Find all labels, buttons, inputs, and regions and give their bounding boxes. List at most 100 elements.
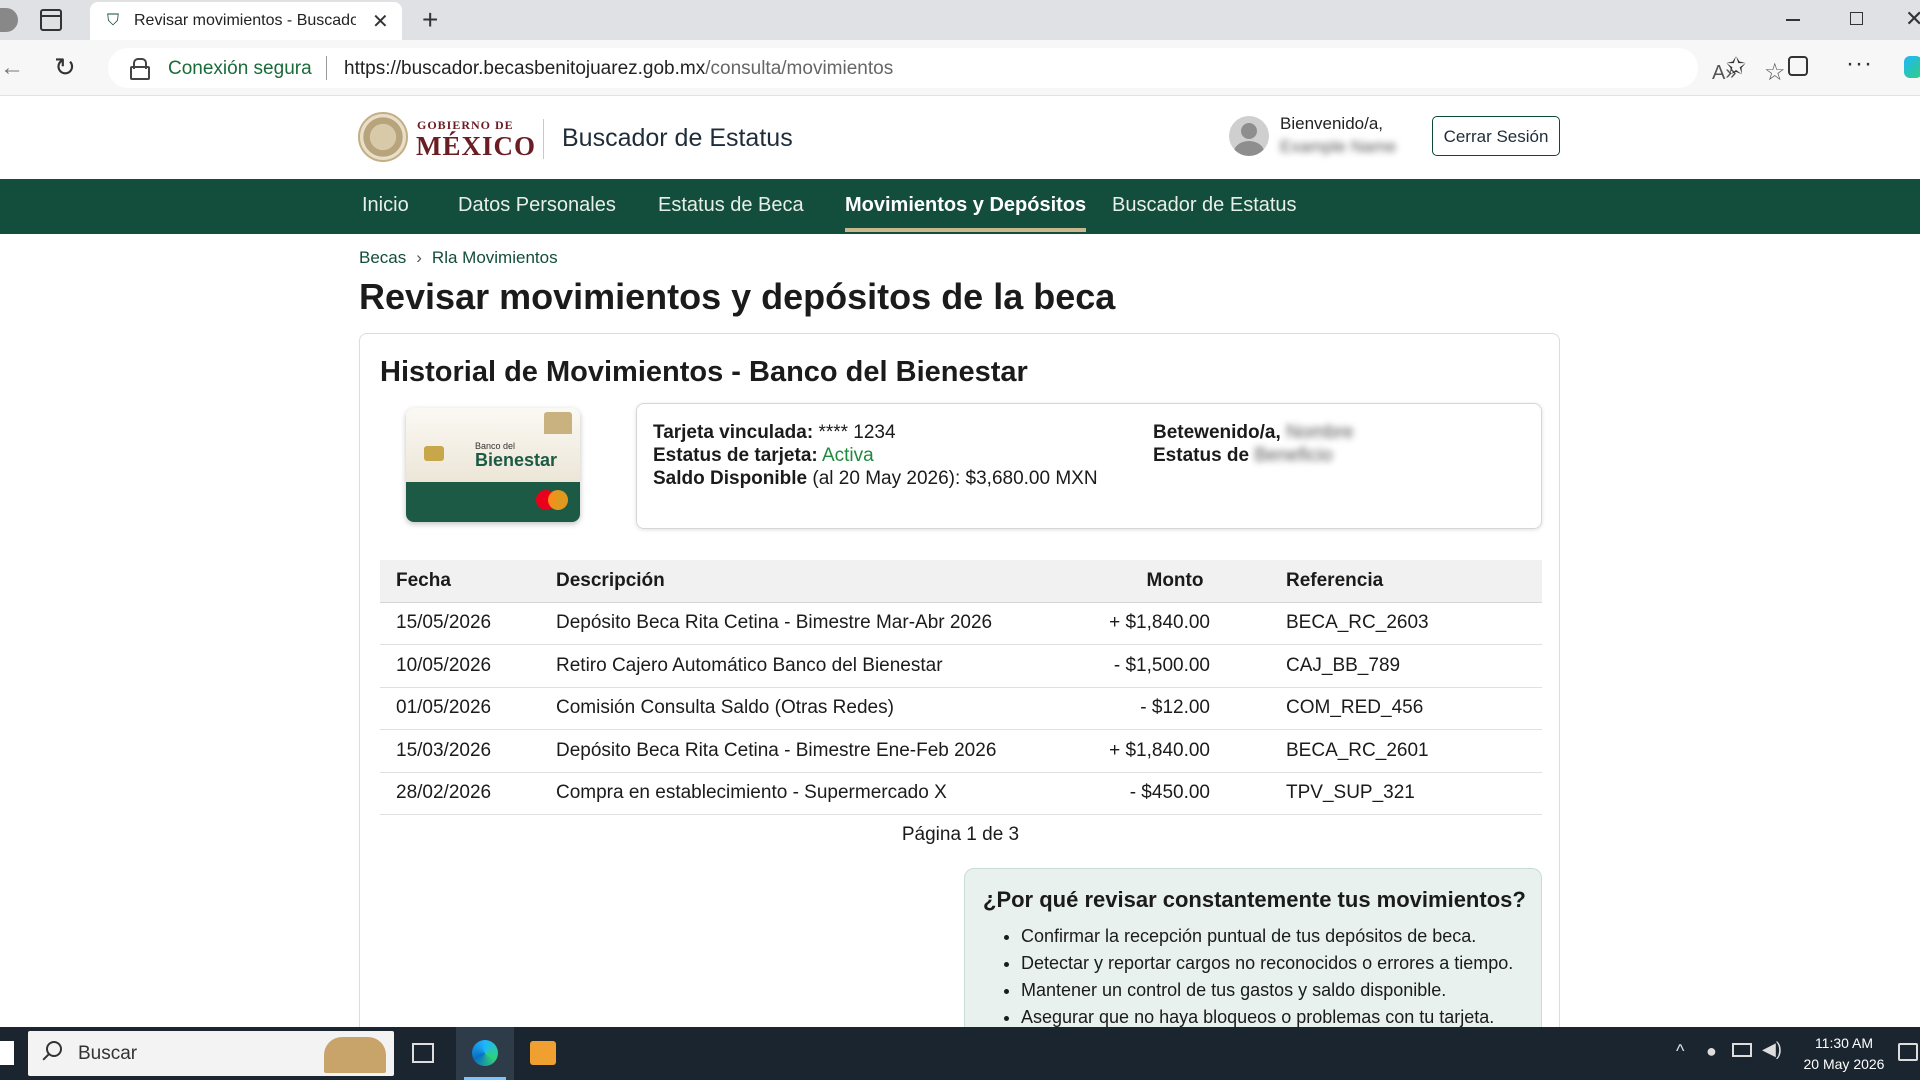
main-nav: Inicio Datos Personales Estatus de Beca …: [0, 179, 1920, 234]
beca-status-label: Estatus de: [1153, 445, 1250, 466]
row-amount: - $450.00: [1080, 772, 1270, 815]
balance-line: Saldo Disponible (al 20 May 2026): $3,68…: [653, 468, 1098, 490]
taskbar: Buscar ^ ● ◀) 11:30 AM 20 May 2026: [0, 1027, 1920, 1080]
store-icon[interactable]: [530, 1041, 556, 1065]
window-minimize-icon[interactable]: [1786, 10, 1802, 28]
secure-connection-label[interactable]: Conexión segura: [168, 58, 312, 80]
back-icon[interactable]: ←: [0, 54, 24, 82]
profile-icon[interactable]: [0, 8, 18, 32]
row-reference: COM_RED_456: [1270, 687, 1542, 730]
beca-status-value: Beneficio: [1254, 445, 1333, 466]
mastercard-logo-icon-2: [548, 490, 568, 510]
card-status-value: Activa: [821, 445, 874, 466]
card-status-line: Estatus de tarjeta: Activa: [653, 445, 874, 467]
table-row: 15/05/2026 Depósito Beca Rita Cetina - B…: [380, 602, 1542, 645]
more-options-icon[interactable]: ···: [1846, 50, 1873, 78]
workspaces-icon[interactable]: [40, 9, 62, 31]
start-button-icon[interactable]: [0, 1041, 14, 1065]
beca-status-line: Estatus de Beneficio: [1153, 445, 1333, 467]
taskbar-search[interactable]: Buscar: [28, 1031, 394, 1076]
logo-text-big: MÉXICO: [416, 131, 536, 161]
collections-icon[interactable]: [1788, 56, 1808, 76]
site-title: Buscador de Estatus: [562, 124, 793, 152]
favorite-star-icon[interactable]: ☆: [1764, 58, 1786, 87]
bank-card-seal-icon: [544, 412, 572, 434]
column-header-amount: Monto: [1080, 560, 1270, 603]
network-icon[interactable]: [1732, 1043, 1752, 1057]
tips-list-item: Mantener un control de tus gastos y sald…: [1021, 977, 1541, 1004]
linked-card-value: **** 1234: [818, 422, 896, 443]
url-path: /consulta/movimientos: [705, 58, 894, 79]
breadcrumb-link-movimientos[interactable]: Rla Movimientos: [432, 248, 558, 267]
row-description: Compra en establecimiento - Supermercado…: [540, 772, 1080, 815]
url-separator: [326, 56, 327, 80]
balance-label: Saldo Disponible: [653, 468, 808, 489]
column-header-reference: Referencia: [1270, 560, 1542, 603]
logo-divider: [543, 119, 544, 159]
nav-item-buscador[interactable]: Buscador de Estatus: [1112, 194, 1297, 217]
welcome-label: Bienvenido/a,: [1280, 114, 1384, 133]
table-header-row: Fecha Descripción Monto Referencia: [380, 560, 1542, 603]
row-reference: BECA_RC_2601: [1270, 729, 1542, 773]
table-row: 10/05/2026 Retiro Cajero Automático Banc…: [380, 644, 1542, 688]
clock-time[interactable]: 11:30 AM: [1796, 1035, 1892, 1051]
favorites-icon[interactable]: ✩: [1726, 52, 1746, 81]
movements-card: Historial de Movimientos - Banco del Bie…: [359, 333, 1560, 1078]
pagination-label: Página 1 de 3: [901, 824, 1020, 845]
table-row: 28/02/2026 Compra en establecimiento - S…: [380, 772, 1542, 815]
window-close-icon[interactable]: ✕: [1905, 6, 1920, 32]
row-reference: TPV_SUP_321: [1270, 772, 1542, 815]
nav-item-datos-personales[interactable]: Datos Personales: [458, 194, 616, 217]
tips-title: ¿Por qué revisar constantemente tus movi…: [983, 887, 1526, 912]
url-host: https://buscador.becasbenitojuarez.gob.m…: [344, 58, 706, 79]
tips-list-item: Detectar y reportar cargos no reconocido…: [1021, 950, 1541, 977]
logout-button[interactable]: Cerrar Sesión: [1432, 116, 1560, 156]
url-text[interactable]: https://buscador.becasbenitojuarez.gob.m…: [344, 58, 893, 80]
linked-card-label: Tarjeta vinculada:: [653, 422, 814, 443]
breadcrumb-link-becas[interactable]: Becas: [359, 248, 406, 267]
row-date: 01/05/2026: [380, 687, 540, 730]
volume-icon[interactable]: ◀): [1762, 1039, 1782, 1060]
lock-icon[interactable]: [130, 58, 150, 80]
site-header: GOBIERNO DE MÉXICO Buscador de Estatus B…: [0, 97, 1920, 179]
copilot-icon[interactable]: [1904, 56, 1920, 78]
row-date: 15/05/2026: [380, 602, 540, 645]
row-reference: BECA_RC_2603: [1270, 602, 1542, 645]
tab-close-icon[interactable]: ✕: [372, 9, 389, 34]
info-welcome-line: Betewenido/a, Nombre: [1153, 422, 1354, 444]
tips-list-item: Confirmar la recepción puntual de tus de…: [1021, 923, 1541, 950]
task-view-icon[interactable]: [412, 1043, 434, 1063]
column-header-date: Fecha: [380, 560, 540, 603]
notifications-icon[interactable]: [1898, 1043, 1918, 1061]
edge-browser-icon[interactable]: [456, 1027, 514, 1080]
browser-tab-active[interactable]: ⛉ Revisar movimientos - Buscador de Esta…: [90, 2, 402, 40]
row-reference: CAJ_BB_789: [1270, 644, 1542, 688]
nav-item-inicio[interactable]: Inicio: [362, 194, 409, 217]
address-bar[interactable]: Conexión segura https://buscador.becasbe…: [108, 48, 1786, 88]
table-row: 01/05/2026 Comisión Consulta Saldo (Otra…: [380, 687, 1542, 730]
bank-card-image: Banco del Bienestar: [406, 408, 580, 522]
clock-date[interactable]: 20 May 2026: [1796, 1056, 1892, 1072]
welcome-name: Example Name: [1280, 137, 1397, 156]
browser-toolbar: ← ↻ Conexión segura https://buscador.bec…: [0, 40, 1920, 96]
taskbar-search-placeholder: Buscar: [78, 1043, 138, 1064]
new-tab-icon[interactable]: +: [422, 4, 438, 36]
window-restore-icon[interactable]: [1850, 12, 1863, 25]
site-favicon-icon: ⛉: [106, 12, 119, 29]
row-description: Depósito Beca Rita Cetina - Bimestre Ene…: [540, 729, 1080, 773]
row-date: 28/02/2026: [380, 772, 540, 815]
nav-item-estatus-beca[interactable]: Estatus de Beca: [658, 194, 804, 217]
reload-icon[interactable]: ↻: [54, 52, 76, 83]
tray-chevron-icon[interactable]: ^: [1676, 1041, 1684, 1062]
browser-tab-bar: ⛉ Revisar movimientos - Buscador de Esta…: [0, 0, 1920, 40]
card-title: Historial de Movimientos - Banco del Bie…: [380, 356, 1028, 388]
row-date: 10/05/2026: [380, 644, 540, 688]
nav-item-movimientos[interactable]: Movimientos y Depósitos: [845, 194, 1087, 232]
row-amount: + $1,840.00: [1080, 602, 1270, 645]
breadcrumb-separator-icon: ›: [416, 248, 422, 267]
row-amount: - $1,500.00: [1080, 644, 1270, 688]
table-row: 15/03/2026 Depósito Beca Rita Cetina - B…: [380, 729, 1542, 773]
info-welcome-label: Betewenido/a,: [1153, 422, 1281, 443]
tips-list: Confirmar la recepción puntual de tus de…: [1001, 923, 1541, 1031]
microphone-icon[interactable]: ●: [1706, 1041, 1717, 1062]
